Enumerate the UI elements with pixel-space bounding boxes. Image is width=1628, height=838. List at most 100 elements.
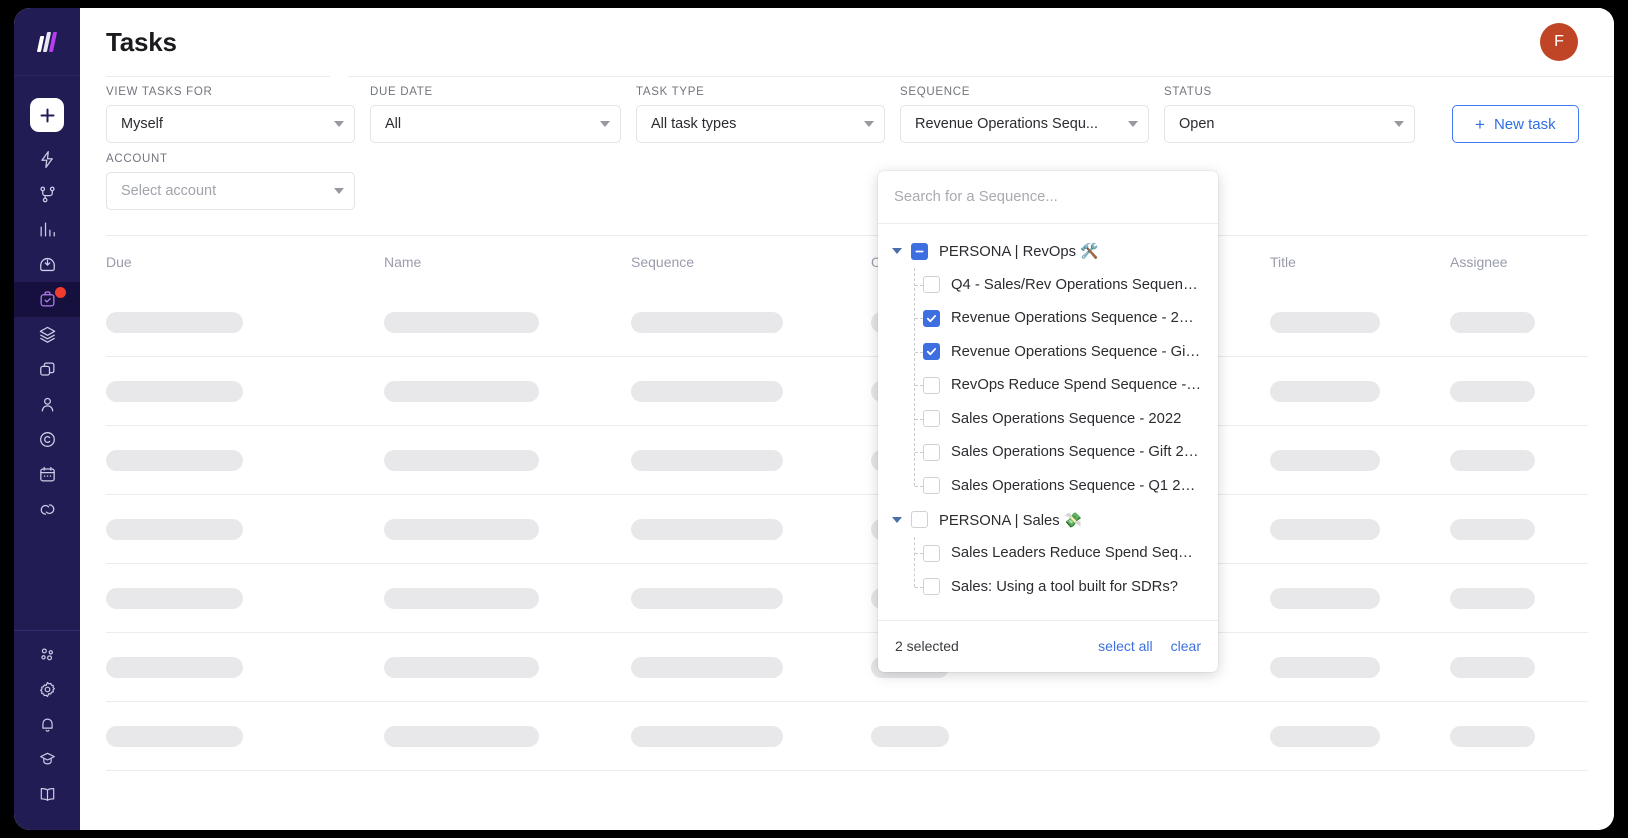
table-cell bbox=[631, 725, 871, 747]
sidebar-item-inbox[interactable] bbox=[14, 247, 80, 282]
sequence-option-row[interactable]: Sales Operations Sequence - Gift 2… bbox=[878, 436, 1218, 470]
sidebar-divider bbox=[14, 630, 80, 631]
loading-skeleton bbox=[1450, 725, 1535, 747]
table-cell bbox=[631, 518, 871, 540]
new-task-label: New task bbox=[1493, 115, 1556, 133]
view-tasks-for-select[interactable]: Myself bbox=[106, 105, 355, 143]
sidebar-item-templates[interactable] bbox=[14, 352, 80, 387]
table-cell bbox=[631, 449, 871, 471]
sequence-option-label: Sales Operations Sequence - Q1 2… bbox=[951, 477, 1196, 494]
filter-sequence: SEQUENCE Revenue Operations Sequ... bbox=[900, 86, 1149, 143]
sequence-option-checkbox[interactable] bbox=[923, 578, 940, 596]
table-cell bbox=[631, 311, 871, 333]
sequence-option-row[interactable]: Revenue Operations Sequence - Gi… bbox=[878, 335, 1218, 369]
task-type-select[interactable]: All task types bbox=[636, 105, 885, 143]
sidebar-item-reports[interactable] bbox=[14, 212, 80, 247]
chevron-down-icon bbox=[1394, 121, 1404, 127]
clear-link[interactable]: clear bbox=[1171, 638, 1201, 654]
sidebar-item-notifications[interactable] bbox=[14, 707, 80, 742]
filter-account: ACCOUNT Select account bbox=[106, 153, 355, 210]
add-new-button[interactable] bbox=[30, 98, 64, 132]
sidebar-item-tasks[interactable] bbox=[14, 282, 80, 317]
group-checkbox[interactable] bbox=[911, 511, 928, 528]
sequence-option-checkbox[interactable] bbox=[923, 443, 940, 461]
table-cell bbox=[384, 587, 631, 609]
sequence-option-row[interactable]: Q4 - Sales/Rev Operations Sequen… bbox=[878, 268, 1218, 302]
sequence-option-row[interactable]: Sales Operations Sequence - 2022 bbox=[878, 402, 1218, 436]
sequence-group-row[interactable]: PERSONA | Sales 💸 bbox=[878, 503, 1218, 537]
table-row[interactable] bbox=[106, 357, 1588, 426]
table-cell bbox=[1270, 725, 1450, 747]
table-cell bbox=[106, 380, 384, 402]
sidebar-item-layers[interactable] bbox=[14, 317, 80, 352]
sidebar-item-companies[interactable] bbox=[14, 422, 80, 457]
table-cell bbox=[1450, 449, 1588, 471]
chevron-down-icon[interactable] bbox=[892, 248, 902, 254]
sequence-option-checkbox[interactable] bbox=[923, 410, 940, 428]
sequence-option-checkbox[interactable] bbox=[923, 309, 940, 327]
sequence-option-checkbox[interactable] bbox=[923, 477, 940, 495]
sequence-group-children: Sales Leaders Reduce Spend Seq… Sales: Us… bbox=[878, 536, 1218, 604]
table-header-row: Due Name Sequence Open Title Assignee bbox=[106, 236, 1588, 288]
sequence-option-row[interactable]: Sales Operations Sequence - Q1 2… bbox=[878, 469, 1218, 503]
sequence-option-checkbox[interactable] bbox=[923, 276, 940, 294]
table-cell bbox=[1270, 656, 1450, 678]
due-date-select[interactable]: All bbox=[370, 105, 621, 143]
table-row[interactable] bbox=[106, 564, 1588, 633]
sequence-search-row bbox=[878, 171, 1218, 224]
sequence-option-list: PERSONA | RevOps 🛠️ Q4 - Sales/Rev Operat… bbox=[878, 224, 1218, 620]
chevron-down-icon[interactable] bbox=[892, 516, 902, 523]
tasks-notification-badge bbox=[55, 287, 66, 298]
sequence-option-label: Q4 - Sales/Rev Operations Sequen… bbox=[951, 276, 1198, 293]
column-header-title[interactable]: Title bbox=[1270, 254, 1296, 270]
column-header-name[interactable]: Name bbox=[384, 254, 421, 270]
sequence-option-label: Sales Leaders Reduce Spend Seq… bbox=[951, 545, 1193, 562]
sequence-select[interactable]: Revenue Operations Sequ... bbox=[900, 105, 1149, 143]
sequence-option-row[interactable]: Sales: Using a tool built for SDRs? bbox=[878, 570, 1218, 604]
sequence-option-checkbox[interactable] bbox=[923, 376, 940, 394]
column-header-assignee[interactable]: Assignee bbox=[1450, 254, 1508, 270]
sidebar-item-workflow[interactable] bbox=[14, 177, 80, 212]
app-logo[interactable] bbox=[14, 8, 80, 76]
table-cell bbox=[1450, 587, 1588, 609]
table-cell bbox=[631, 587, 871, 609]
sidebar-item-integrations[interactable] bbox=[14, 492, 80, 527]
chevron-down-icon bbox=[600, 121, 610, 127]
group-checkbox[interactable] bbox=[911, 242, 928, 260]
sequence-option-row[interactable]: Sales Leaders Reduce Spend Seq… bbox=[878, 537, 1218, 571]
sequence-search-input[interactable] bbox=[894, 189, 1202, 205]
sequence-dropdown-footer: 2 selected select all clear bbox=[878, 619, 1218, 672]
select-all-link[interactable]: select all bbox=[1098, 638, 1152, 654]
avatar[interactable]: F bbox=[1540, 23, 1578, 61]
table-row[interactable] bbox=[106, 426, 1588, 495]
sequence-option-checkbox[interactable] bbox=[923, 544, 940, 562]
table-row[interactable] bbox=[106, 288, 1588, 357]
table-row[interactable] bbox=[106, 633, 1588, 702]
table-cell bbox=[631, 656, 871, 678]
sidebar-item-knowledge-base[interactable] bbox=[14, 777, 80, 812]
sidebar-item-settings[interactable] bbox=[14, 672, 80, 707]
loading-skeleton bbox=[1270, 449, 1380, 471]
table-row[interactable] bbox=[106, 702, 1588, 771]
new-task-button[interactable]: + New task bbox=[1452, 105, 1579, 143]
table-cell bbox=[1270, 587, 1450, 609]
sequence-option-row[interactable]: RevOps Reduce Spend Sequence -… bbox=[878, 369, 1218, 403]
column-header-due[interactable]: Due bbox=[106, 254, 132, 270]
status-select[interactable]: Open bbox=[1164, 105, 1415, 143]
loading-skeleton bbox=[1270, 587, 1380, 609]
sidebar-item-bolt[interactable] bbox=[14, 142, 80, 177]
sequence-option-row[interactable]: Revenue Operations Sequence - 2… bbox=[878, 302, 1218, 336]
account-select[interactable]: Select account bbox=[106, 172, 355, 210]
loading-skeleton bbox=[1450, 656, 1535, 678]
loading-skeleton bbox=[106, 518, 243, 540]
sequence-option-checkbox[interactable] bbox=[923, 343, 940, 361]
table-row[interactable] bbox=[106, 495, 1588, 564]
sidebar-item-contacts[interactable] bbox=[14, 387, 80, 422]
sequence-group-row[interactable]: PERSONA | RevOps 🛠️ bbox=[878, 234, 1218, 268]
sidebar-item-calendar[interactable] bbox=[14, 457, 80, 492]
table-cell bbox=[106, 587, 384, 609]
sidebar-item-academy[interactable] bbox=[14, 742, 80, 777]
column-header-sequence[interactable]: Sequence bbox=[631, 254, 694, 270]
selected-count-label: 2 selected bbox=[895, 638, 959, 654]
sidebar-item-team[interactable] bbox=[14, 637, 80, 672]
